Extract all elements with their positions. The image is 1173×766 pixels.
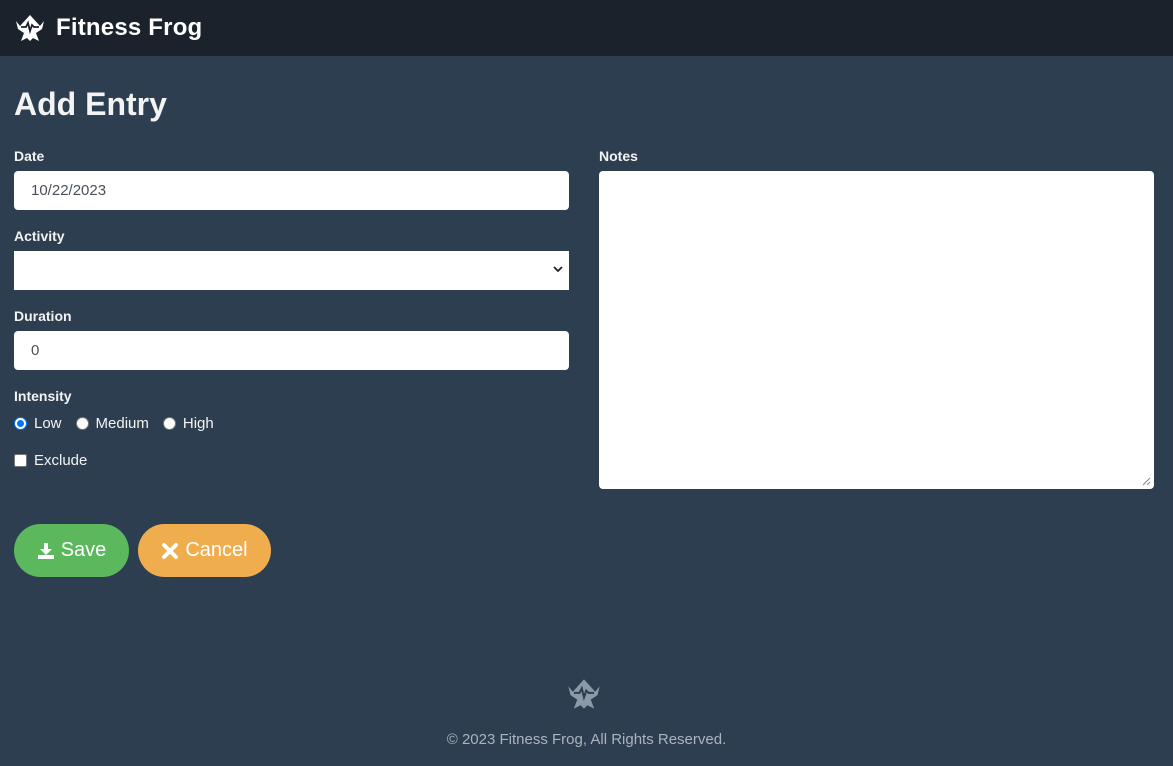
brand-link[interactable]: Fitness Frog xyxy=(14,12,202,44)
intensity-radio-low[interactable] xyxy=(14,416,27,430)
brand-name: Fitness Frog xyxy=(56,14,203,41)
close-icon xyxy=(162,542,179,559)
activity-select[interactable] xyxy=(14,251,569,290)
intensity-radio-group: Low Medium High xyxy=(14,413,228,433)
exclude-checkbox[interactable] xyxy=(14,453,27,467)
save-button[interactable]: Save xyxy=(14,524,129,577)
resize-grip-icon[interactable] xyxy=(1142,477,1151,486)
intensity-radio-high-label[interactable]: High xyxy=(183,415,214,432)
frog-logo-icon xyxy=(568,679,600,709)
page-title: Add Entry xyxy=(14,86,167,122)
activity-label: Activity xyxy=(14,228,65,244)
duration-label: Duration xyxy=(14,308,72,324)
save-button-label: Save xyxy=(60,539,107,561)
intensity-label: Intensity xyxy=(14,388,72,404)
exclude-row: Exclude xyxy=(14,450,87,470)
download-icon xyxy=(37,542,54,559)
date-input[interactable] xyxy=(14,171,569,210)
notes-label: Notes xyxy=(599,148,638,164)
intensity-radio-medium[interactable] xyxy=(75,416,89,430)
duration-input[interactable] xyxy=(14,331,569,370)
intensity-radio-high[interactable] xyxy=(162,416,176,430)
frog-logo-icon xyxy=(16,15,44,41)
footer-copyright: © 2023 Fitness Frog, All Rights Reserved… xyxy=(446,731,727,748)
exclude-label[interactable]: Exclude xyxy=(34,452,87,469)
intensity-radio-low-label[interactable]: Low xyxy=(34,415,62,432)
cancel-button-label: Cancel xyxy=(185,539,248,561)
notes-textarea[interactable] xyxy=(599,171,1154,489)
intensity-radio-medium-label[interactable]: Medium xyxy=(96,415,149,432)
date-label: Date xyxy=(14,148,45,164)
chevron-down-icon xyxy=(553,266,563,273)
cancel-button[interactable]: Cancel xyxy=(138,524,271,577)
navbar: Fitness Frog xyxy=(0,0,1173,56)
